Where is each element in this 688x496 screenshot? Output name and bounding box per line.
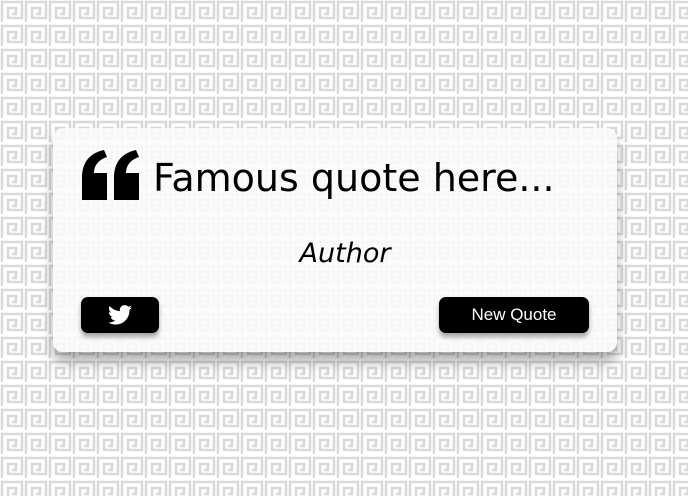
quote-author: Author [299,238,391,269]
tweet-button[interactable] [81,297,159,333]
twitter-icon [108,305,132,325]
quote-card: Famous quote here... Author New Quote [53,128,617,352]
quote-text: Famous quote here... [153,156,555,200]
quote-left-icon [82,150,139,200]
new-quote-button[interactable]: New Quote [439,297,589,333]
